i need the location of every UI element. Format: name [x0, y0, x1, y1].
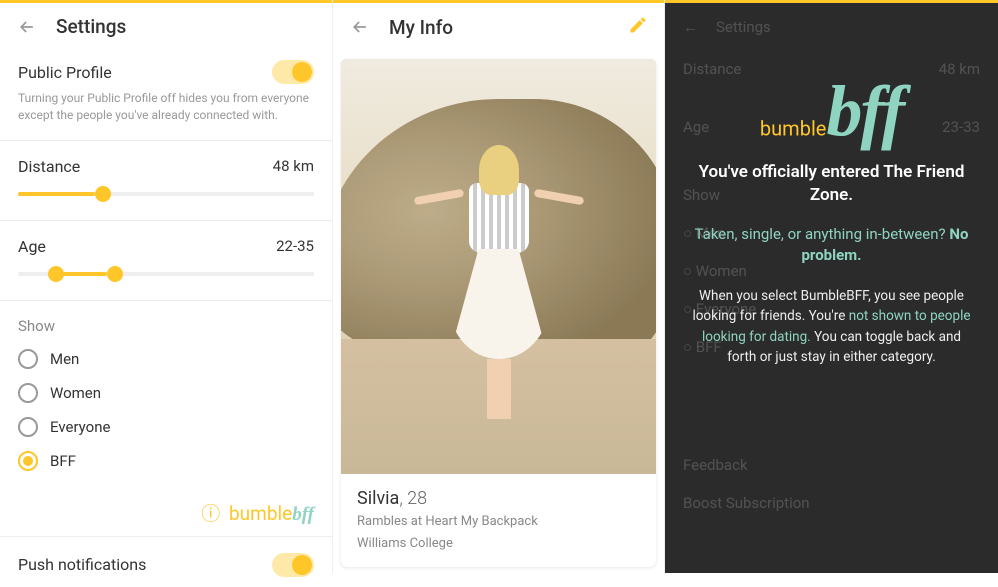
profile-school: Williams College [357, 535, 640, 553]
show-option-everyone[interactable]: Everyone [18, 417, 314, 437]
public-profile-toggle[interactable] [272, 60, 314, 84]
push-section: Push notifications [0, 543, 332, 587]
public-profile-label: Public Profile [18, 63, 112, 82]
modal-subheading: Taken, single, or anything in-between? N… [689, 224, 974, 266]
profile-tagline: Rambles at Heart My Backpack [357, 513, 640, 531]
settings-header: Settings [0, 3, 332, 50]
radio-label: Women [50, 384, 101, 402]
distance-section: Distance 48 km [0, 147, 332, 214]
profile-name-age: Silvia, 28 [357, 488, 640, 509]
profile-photo [341, 59, 656, 479]
help-icon[interactable]: ⓘ [201, 502, 220, 525]
back-icon[interactable] [16, 16, 38, 38]
page-title: My Info [389, 16, 453, 39]
show-section: Show Men Women Everyone BFF [0, 307, 332, 495]
bumble-bff-logo: bumblebff [689, 83, 974, 141]
divider [0, 536, 332, 537]
divider [0, 220, 332, 221]
distance-thumb[interactable] [95, 186, 111, 202]
show-title: Show [18, 317, 314, 335]
age-label: Age [18, 237, 46, 256]
bff-overlay-pane: ←Settings Distance48 km Age23-33 Show ○ … [665, 0, 998, 573]
public-profile-desc: Turning your Public Profile off hides yo… [18, 90, 314, 124]
profile-info: Silvia, 28 Rambles at Heart My Backpack … [341, 474, 656, 567]
edit-icon[interactable] [628, 15, 648, 39]
settings-pane: Settings Public Profile Turning your Pub… [0, 0, 333, 573]
show-option-men[interactable]: Men [18, 349, 314, 369]
public-profile-section: Public Profile Turning your Public Profi… [0, 50, 332, 134]
back-icon[interactable] [349, 16, 371, 38]
radio-icon [18, 417, 38, 437]
modal-heading: You've officially entered The Friend Zon… [689, 161, 974, 209]
age-thumb-high[interactable] [107, 266, 123, 282]
age-slider[interactable] [18, 272, 314, 276]
radio-label: Everyone [50, 418, 110, 436]
divider [0, 140, 332, 141]
radio-icon [18, 451, 38, 471]
age-value: 22-35 [276, 237, 314, 255]
radio-icon [18, 349, 38, 369]
push-label: Push notifications [18, 555, 146, 574]
distance-label: Distance [18, 157, 80, 176]
divider [0, 300, 332, 301]
age-thumb-low[interactable] [48, 266, 64, 282]
show-option-women[interactable]: Women [18, 383, 314, 403]
page-title: Settings [56, 15, 126, 38]
distance-slider[interactable] [18, 192, 314, 196]
profile-card[interactable]: Silvia, 28 Rambles at Heart My Backpack … [341, 59, 656, 567]
bff-modal: bumblebff You've officially entered The … [665, 3, 998, 367]
radio-icon [18, 383, 38, 403]
bumble-bff-logo: ⓘ bumblebff [0, 495, 332, 530]
age-section: Age 22-35 [0, 227, 332, 294]
myinfo-header: My Info [333, 3, 664, 51]
show-option-bff[interactable]: BFF [18, 451, 314, 471]
radio-label: BFF [50, 452, 76, 470]
modal-body: When you select BumbleBFF, you see peopl… [689, 286, 974, 367]
my-info-pane: My Info Silvia, 28 Rambles at Heart My B… [333, 0, 665, 573]
distance-value: 48 km [273, 157, 314, 175]
radio-label: Men [50, 350, 79, 368]
